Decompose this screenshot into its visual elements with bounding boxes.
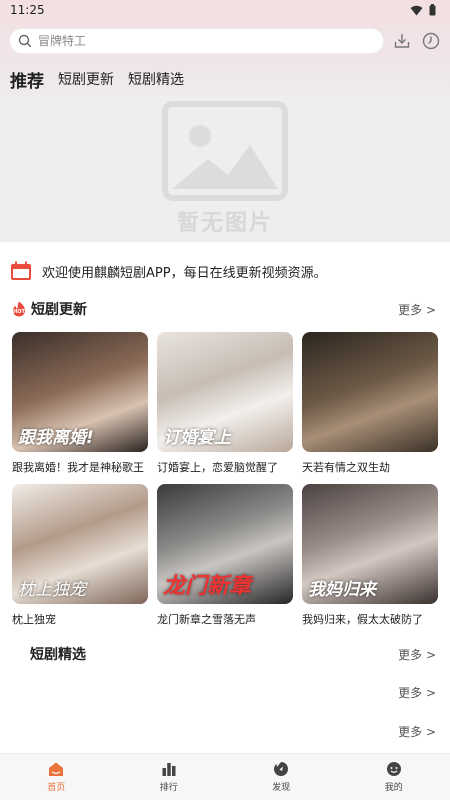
history-button[interactable] — [421, 31, 441, 51]
calendar-icon — [11, 261, 31, 280]
nav-discover[interactable]: 发现 — [225, 754, 338, 800]
featured-more-row: 更多 > — [0, 719, 450, 743]
ranking-icon — [162, 763, 176, 776]
section-updates-more-link[interactable]: 更多 > — [398, 301, 436, 318]
battery-icon — [429, 4, 436, 16]
poster-title: 我妈归来 — [308, 580, 376, 600]
nav-discover-label: 发现 — [272, 783, 291, 793]
category-tabs: 推荐 短剧更新 短剧精选 — [0, 64, 450, 94]
nav-ranking[interactable]: 排行 — [113, 754, 226, 800]
nav-profile[interactable]: 我的 — [338, 754, 450, 800]
download-icon — [394, 34, 410, 48]
updates-grid: 跟我离婚! 跟我离婚！我才是神秘歌王 订婚宴上 订婚宴上，恋爱脑觉醒了 天若有情… — [12, 332, 438, 627]
drama-title: 天若有情之双生劫 — [302, 461, 390, 474]
poster-title: 龙门新章 — [163, 574, 252, 599]
poster-title: 枕上独宠 — [18, 580, 86, 600]
drama-card[interactable]: 枕上独宠 枕上独宠 — [12, 484, 148, 627]
clock-icon — [422, 32, 440, 50]
banner[interactable]: 暂无图片 — [0, 96, 450, 242]
image-placeholder-icon — [162, 101, 288, 201]
drama-title: 跟我离婚！我才是神秘歌王 — [12, 461, 144, 474]
drama-poster: 我妈归来 — [302, 484, 438, 604]
section-featured-title: 短剧精选 — [30, 647, 86, 663]
featured-more-link-2[interactable]: 更多 > — [398, 684, 436, 701]
bottom-nav: 首页 排行 发现 我的 — [0, 753, 450, 800]
drama-card[interactable]: 龙门新章 龙门新章之雪落无声 — [157, 484, 293, 627]
profile-icon — [386, 762, 401, 776]
drama-poster: 跟我离婚! — [12, 332, 148, 452]
drama-poster: 订婚宴上 — [157, 332, 293, 452]
drama-title: 枕上独宠 — [12, 613, 56, 626]
poster-title: 跟我离婚! — [18, 428, 94, 448]
section-updates-header: HOT 短剧更新 更多 > — [0, 297, 450, 321]
featured-more-link-3[interactable]: 更多 > — [398, 723, 436, 740]
svg-text:HOT: HOT — [13, 309, 25, 315]
banner-placeholder-text: 暂无图片 — [176, 211, 273, 236]
status-icons — [410, 4, 436, 16]
hot-icon: HOT — [13, 301, 26, 317]
drama-card[interactable]: 天若有情之双生劫 — [302, 332, 438, 475]
drama-poster: 枕上独宠 — [12, 484, 148, 604]
section-featured-header: 短剧精选 更多 > — [0, 642, 450, 666]
section-updates-title: 短剧更新 — [31, 302, 87, 318]
drama-card[interactable]: 订婚宴上 订婚宴上，恋爱脑觉醒了 — [157, 332, 293, 475]
wifi-icon — [410, 5, 423, 15]
nav-home-label: 首页 — [47, 783, 66, 793]
drama-card[interactable]: 跟我离婚! 跟我离婚！我才是神秘歌王 — [12, 332, 148, 475]
drama-title: 龙门新章之雪落无声 — [157, 613, 256, 626]
section-featured-more-link[interactable]: 更多 > — [398, 646, 436, 663]
status-time: 11:25 — [10, 3, 45, 17]
search-row — [0, 28, 450, 56]
search-box[interactable] — [9, 28, 384, 54]
drama-card[interactable]: 我妈归来 我妈归来，假太太破防了 — [302, 484, 438, 627]
notice-text: 欢迎使用麒麟短剧APP，每日在线更新视频资源。 — [42, 265, 327, 281]
poster-title: 订婚宴上 — [163, 428, 231, 448]
nav-home[interactable]: 首页 — [0, 754, 113, 800]
nav-profile-label: 我的 — [384, 783, 403, 793]
featured-more-row: 更多 > — [0, 680, 450, 704]
drama-poster — [302, 332, 438, 452]
discover-icon — [274, 762, 289, 776]
notice-bar: 欢迎使用麒麟短剧APP，每日在线更新视频资源。 — [0, 242, 450, 300]
tab-updates[interactable]: 短剧更新 — [58, 69, 114, 89]
search-input[interactable] — [38, 34, 358, 48]
drama-poster: 龙门新章 — [157, 484, 293, 604]
home-icon — [49, 762, 64, 776]
download-button[interactable] — [392, 31, 412, 51]
drama-title: 订婚宴上，恋爱脑觉醒了 — [157, 461, 278, 474]
status-bar: 11:25 — [0, 0, 450, 22]
search-icon — [18, 34, 32, 48]
tab-featured[interactable]: 短剧精选 — [128, 69, 184, 89]
drama-title: 我妈归来，假太太破防了 — [302, 613, 423, 626]
nav-ranking-label: 排行 — [159, 783, 178, 793]
tab-recommend[interactable]: 推荐 — [10, 67, 44, 92]
